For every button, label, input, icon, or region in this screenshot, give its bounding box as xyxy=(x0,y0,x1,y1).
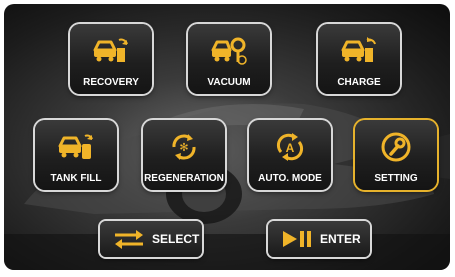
setting-tile[interactable]: SETTING xyxy=(355,120,437,190)
enter-button[interactable]: ENTER xyxy=(268,221,370,257)
auto-mode-label: AUTO. MODE xyxy=(258,173,322,184)
wrench-icon xyxy=(381,132,411,162)
enter-label: ENTER xyxy=(320,232,361,246)
vacuum-tile[interactable]: VACUUM xyxy=(188,24,270,94)
setting-label: SETTING xyxy=(374,173,418,184)
car-vacuum-icon xyxy=(211,37,247,65)
regeneration-tile[interactable]: ✻ REGENERATION xyxy=(143,120,225,190)
recovery-label: RECOVERY xyxy=(83,77,139,88)
tank-fill-tile[interactable]: TANK FILL xyxy=(35,120,117,190)
main-screen: RECOVERY VACUUM CHARGE TANK FILL ✻ REGEN… xyxy=(4,4,450,270)
swap-arrows-icon xyxy=(115,230,143,249)
vacuum-label: VACUUM xyxy=(207,77,251,88)
select-label: SELECT xyxy=(152,232,200,246)
regeneration-label: REGENERATION xyxy=(144,173,224,184)
auto-mode-icon: A xyxy=(276,133,304,161)
play-pause-icon xyxy=(283,231,311,247)
charge-label: CHARGE xyxy=(337,77,381,88)
charge-tile[interactable]: CHARGE xyxy=(318,24,400,94)
recovery-tile[interactable]: RECOVERY xyxy=(70,24,152,94)
svg-text:✻: ✻ xyxy=(179,141,188,154)
regeneration-icon: ✻ xyxy=(172,134,196,160)
car-recovery-icon xyxy=(93,38,128,62)
car-tank-fill-icon xyxy=(58,134,93,159)
auto-mode-tile[interactable]: A AUTO. MODE xyxy=(249,120,331,190)
car-charge-icon xyxy=(341,37,376,62)
select-button[interactable]: SELECT xyxy=(100,221,202,257)
tank-fill-label: TANK FILL xyxy=(50,173,102,184)
svg-text:A: A xyxy=(286,141,295,155)
